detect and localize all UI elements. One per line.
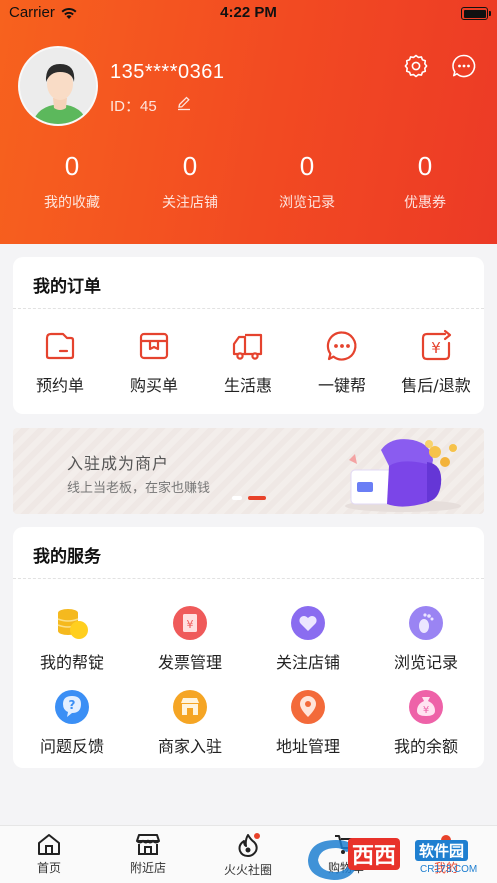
stats-row: 0 我的收藏 0 关注店铺 0 浏览记录 0 优惠券 bbox=[0, 150, 497, 214]
order-after-sales[interactable]: ¥ 售后/退款 bbox=[389, 329, 483, 396]
tab-nearby-shops[interactable]: 附近店 bbox=[108, 832, 188, 876]
order-label: 生活惠 bbox=[223, 376, 272, 395]
tab-community[interactable]: 火火社圈 bbox=[208, 832, 288, 878]
service-followed-shops[interactable]: 关注店铺 bbox=[249, 605, 367, 673]
stat-label: 关注店铺 bbox=[162, 195, 218, 211]
svg-text:?: ? bbox=[69, 698, 76, 712]
tab-label: 火火社圈 bbox=[223, 863, 272, 877]
heart-icon bbox=[291, 606, 325, 640]
svg-text:¥: ¥ bbox=[431, 339, 441, 357]
service-label: 问题反馈 bbox=[39, 737, 104, 756]
invoice-icon: ¥ bbox=[173, 606, 207, 640]
money-bag-icon: ¥ bbox=[409, 690, 443, 724]
stat-label: 优惠券 bbox=[404, 195, 446, 211]
gear-icon[interactable] bbox=[403, 53, 429, 79]
services-card: 我的服务 我的帮锭 ¥ 发票管理 关注店铺 浏览记录 ? 问题反馈 商家入驻 地… bbox=[13, 527, 484, 768]
stat-value: 0 bbox=[182, 151, 198, 181]
tab-label: 附近店 bbox=[129, 861, 166, 875]
chat-bubble-icon bbox=[326, 331, 357, 361]
wallet-icon bbox=[45, 332, 75, 360]
watermark-brand: 西西 bbox=[348, 838, 401, 870]
service-label: 浏览记录 bbox=[393, 653, 458, 672]
banner-subtitle: 线上当老板，在家也赚钱 bbox=[67, 481, 211, 496]
orders-title: 我的订单 bbox=[33, 277, 101, 297]
order-purchase[interactable]: 购买单 bbox=[107, 329, 201, 396]
profile-header: Carrier 4:22 PM 135****0361 ID：45 0 我的收藏… bbox=[0, 0, 497, 244]
tab-home[interactable]: 首页 bbox=[9, 832, 89, 876]
svg-text:¥: ¥ bbox=[187, 618, 194, 631]
shop-icon bbox=[173, 690, 207, 724]
merchant-banner[interactable]: 入驻成为商户 线上当老板，在家也赚钱 bbox=[13, 428, 484, 514]
user-phone: 135****0361 bbox=[110, 61, 225, 83]
service-my-coins[interactable]: 我的帮锭 bbox=[13, 605, 131, 673]
service-balance[interactable]: ¥ 我的余额 bbox=[367, 689, 485, 757]
stat-favorites[interactable]: 0 我的收藏 bbox=[12, 150, 132, 212]
refund-icon: ¥ bbox=[421, 329, 452, 361]
footprint-icon bbox=[409, 606, 443, 640]
order-life-deals[interactable]: 生活惠 bbox=[201, 329, 295, 396]
service-label: 我的余额 bbox=[393, 737, 458, 756]
service-invoice[interactable]: ¥ 发票管理 bbox=[131, 605, 249, 673]
battery-icon bbox=[461, 7, 491, 20]
svg-text:¥: ¥ bbox=[423, 705, 429, 716]
location-icon bbox=[291, 690, 325, 724]
order-label: 预约单 bbox=[35, 376, 84, 395]
banner-indicator-dot bbox=[232, 496, 242, 500]
banner-title: 入驻成为商户 bbox=[67, 454, 170, 473]
coins-icon bbox=[57, 609, 88, 639]
question-icon: ? bbox=[55, 690, 89, 724]
order-label: 售后/退款 bbox=[401, 376, 471, 395]
service-label: 地址管理 bbox=[275, 737, 340, 756]
flame-icon bbox=[238, 833, 260, 857]
stat-followed-shops[interactable]: 0 关注店铺 bbox=[130, 150, 250, 212]
service-label: 发票管理 bbox=[157, 653, 222, 672]
banner-indicator-active bbox=[248, 496, 266, 500]
tab-label: 首页 bbox=[36, 861, 61, 875]
stat-value: 0 bbox=[64, 151, 80, 181]
stat-value: 0 bbox=[299, 151, 315, 181]
service-browsing-history[interactable]: 浏览记录 bbox=[367, 605, 485, 673]
service-feedback[interactable]: ? 问题反馈 bbox=[13, 689, 131, 757]
avatar[interactable] bbox=[18, 46, 98, 126]
avatar-person-icon bbox=[20, 48, 96, 124]
user-id: ID：45 bbox=[110, 98, 157, 115]
services-title: 我的服务 bbox=[33, 547, 101, 567]
service-label: 关注店铺 bbox=[275, 653, 340, 672]
clock: 4:22 PM bbox=[220, 4, 277, 21]
home-icon bbox=[38, 834, 60, 855]
order-label: 购买单 bbox=[129, 376, 178, 395]
box-icon bbox=[139, 332, 169, 360]
order-label: 一键帮 bbox=[317, 376, 366, 395]
order-appointment[interactable]: 预约单 bbox=[13, 329, 107, 396]
watermark-url: CR173.COM bbox=[420, 864, 478, 875]
divider bbox=[13, 308, 484, 309]
truck-icon bbox=[232, 333, 263, 360]
watermark-suffix: 软件园 bbox=[415, 840, 469, 861]
orders-card: 我的订单 预约单 购买单 生活惠 一键帮 ¥ 售后/退款 bbox=[13, 257, 484, 414]
service-label: 我的帮锭 bbox=[39, 653, 104, 672]
wallet-illustration-icon bbox=[345, 439, 461, 512]
stat-history[interactable]: 0 浏览记录 bbox=[247, 150, 367, 212]
edit-icon[interactable] bbox=[176, 95, 192, 111]
stat-label: 我的收藏 bbox=[44, 195, 100, 211]
stat-label: 浏览记录 bbox=[279, 195, 335, 211]
service-address[interactable]: 地址管理 bbox=[249, 689, 367, 757]
order-one-click-help[interactable]: 一键帮 bbox=[295, 329, 389, 396]
store-icon bbox=[136, 834, 160, 855]
service-label: 商家入驻 bbox=[157, 737, 222, 756]
stat-coupons[interactable]: 0 优惠券 bbox=[365, 150, 485, 212]
divider bbox=[13, 578, 484, 579]
status-bar: Carrier 4:22 PM bbox=[0, 0, 497, 28]
service-merchant-join[interactable]: 商家入驻 bbox=[131, 689, 249, 757]
stat-value: 0 bbox=[417, 151, 433, 181]
message-icon[interactable] bbox=[451, 53, 477, 79]
